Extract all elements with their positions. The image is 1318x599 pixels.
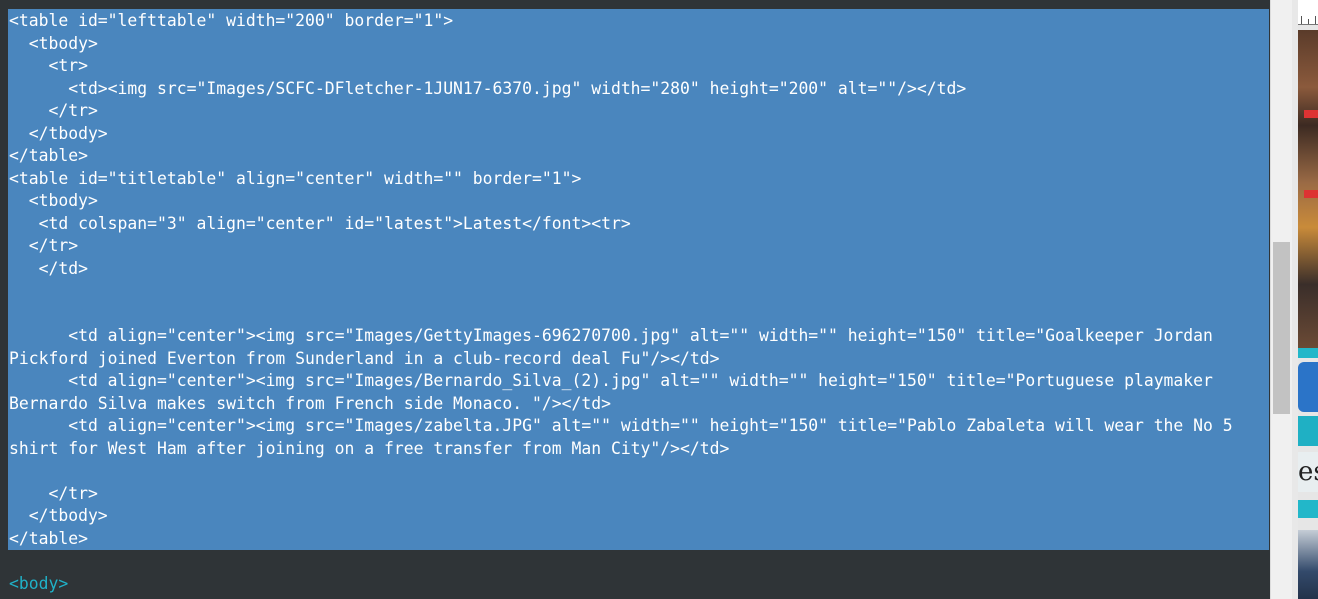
code-line[interactable]: <td align="center"><img src="Images/Gett…: [9, 325, 1267, 348]
code-line[interactable]: </tr>: [9, 483, 1267, 506]
code-line[interactable]: <table id="titletable" align="center" wi…: [9, 168, 1267, 191]
code-line[interactable]: <td align="center"><img src="Images/zabe…: [9, 415, 1267, 438]
code-line[interactable]: <td align="center"><img src="Images/Bern…: [9, 370, 1267, 393]
code-line[interactable]: Bernardo Silva makes switch from French …: [9, 393, 1267, 416]
preview-teal-band: [1298, 500, 1318, 518]
preview-flag-shape: [1304, 110, 1318, 118]
preview-blue-button[interactable]: [1298, 362, 1318, 412]
code-line[interactable]: <td colspan="3" align="center" id="lates…: [9, 213, 1267, 236]
preview-partial-text: esi: [1298, 452, 1318, 492]
code-line[interactable]: shirt for West Ham after joining on a fr…: [9, 438, 1267, 461]
code-line-body-tag[interactable]: <body>: [9, 573, 68, 596]
code-line[interactable]: </tr>: [9, 235, 1267, 258]
preview-teal-band: [1298, 416, 1318, 446]
code-line[interactable]: <td><img src="Images/SCFC-DFletcher-1JUN…: [9, 78, 1267, 101]
code-line[interactable]: </tbody>: [9, 123, 1267, 146]
code-line[interactable]: <tbody>: [9, 190, 1267, 213]
code-line[interactable]: [9, 280, 1267, 303]
preview-ruler: [1298, 0, 1318, 25]
code-line[interactable]: <table id="lefttable" width="200" border…: [9, 10, 1267, 33]
code-line[interactable]: </tbody>: [9, 505, 1267, 528]
code-line[interactable]: Pickford joined Everton from Sunderland …: [9, 348, 1267, 371]
editor-top-strip: [0, 0, 1270, 9]
code-line[interactable]: </table>: [9, 528, 1267, 551]
vertical-scrollbar[interactable]: [1270, 0, 1292, 599]
selected-code-block[interactable]: <table id="lefttable" width="200" border…: [9, 10, 1267, 550]
code-line[interactable]: </table>: [9, 145, 1267, 168]
preview-flag-shape: [1304, 190, 1318, 198]
code-editor-window: <table id="lefttable" width="200" border…: [0, 0, 1318, 599]
preview-teal-band: [1298, 348, 1318, 358]
live-preview-pane[interactable]: esi: [1298, 0, 1318, 599]
preview-header-image: [1298, 30, 1318, 348]
code-line[interactable]: <tr>: [9, 55, 1267, 78]
code-line[interactable]: <tbody>: [9, 33, 1267, 56]
code-line[interactable]: [9, 460, 1267, 483]
code-editor[interactable]: <table id="lefttable" width="200" border…: [0, 0, 1270, 599]
code-line[interactable]: </tr>: [9, 100, 1267, 123]
preview-photo: [1298, 530, 1318, 599]
code-line[interactable]: [9, 303, 1267, 326]
scrollbar-thumb[interactable]: [1273, 242, 1290, 414]
code-line[interactable]: </td>: [9, 258, 1267, 281]
